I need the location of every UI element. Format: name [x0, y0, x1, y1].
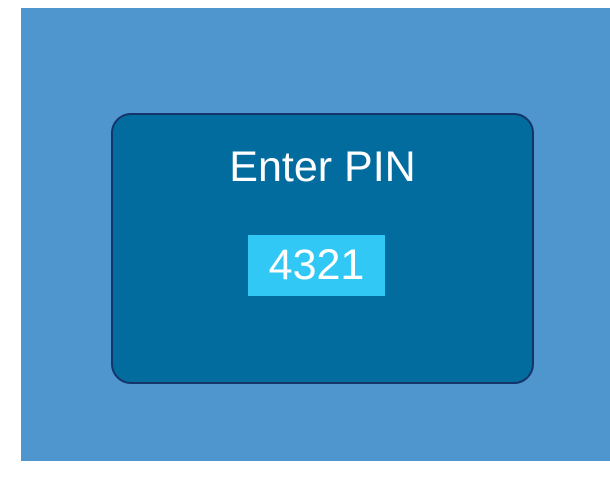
- pin-input[interactable]: 4321: [248, 235, 385, 296]
- pin-title: Enter PIN: [229, 143, 416, 191]
- screen-background: Enter PIN 4321: [21, 8, 610, 461]
- pin-dialog: Enter PIN 4321: [111, 113, 534, 384]
